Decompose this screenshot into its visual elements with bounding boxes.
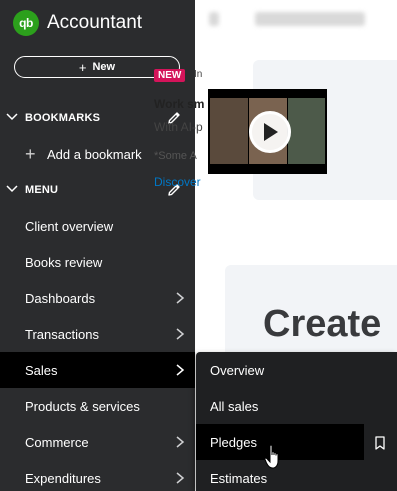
flyout-item-label: All sales — [210, 398, 259, 414]
badge-tail: In — [194, 69, 203, 80]
plus-icon: + — [25, 144, 36, 164]
nav-item-label: Transactions — [25, 326, 99, 342]
blurred-header — [255, 12, 365, 26]
nav-item-sales[interactable]: Sales — [0, 352, 195, 388]
video-frame — [288, 98, 325, 164]
brand-name: Accountant — [47, 12, 143, 33]
flyout-item-label: Overview — [210, 362, 265, 378]
create-heading: Create — [263, 303, 382, 345]
flyout-item-overview[interactable]: Overview — [196, 352, 397, 388]
flyout-item-label: Pledges — [210, 434, 257, 450]
new-badge: NEW — [154, 69, 186, 82]
nav-item-expenditures[interactable]: Expenditures — [0, 460, 195, 491]
menu-title: MENU — [25, 184, 59, 196]
add-bookmark-link[interactable]: + Add a bookmark — [25, 144, 142, 164]
nav-item-books-review[interactable]: Books review — [0, 244, 195, 280]
promo-note: *Some A — [154, 150, 197, 162]
flyout-item-estimates[interactable]: Estimates — [196, 460, 397, 491]
chevron-down-icon[interactable] — [5, 110, 19, 124]
quickbooks-logo-icon: qb — [13, 10, 39, 36]
video-frame — [210, 98, 248, 164]
nav-item-label: Client overview — [25, 218, 114, 234]
chevron-right-icon — [176, 328, 185, 340]
nav-item-dashboards[interactable]: Dashboards — [0, 280, 195, 316]
nav-item-label: Expenditures — [25, 470, 101, 486]
chevron-right-icon — [176, 472, 185, 484]
chevron-right-icon — [176, 364, 185, 376]
nav-item-commerce[interactable]: Commerce — [0, 424, 195, 460]
nav-item-label: Books review — [25, 254, 103, 270]
blurred-header — [209, 12, 219, 26]
nav-item-label: Dashboards — [25, 290, 96, 306]
nav-item-transactions[interactable]: Transactions — [0, 316, 195, 352]
nav-item-label: Sales — [25, 362, 58, 378]
add-bookmark-label: Add a bookmark — [47, 146, 142, 162]
nav-item-label: Commerce — [25, 434, 89, 450]
chevron-down-icon[interactable] — [5, 182, 19, 196]
new-button-label: New — [92, 61, 116, 73]
nav-item-client-overview[interactable]: Client overview — [0, 208, 195, 244]
promo-discover-link[interactable]: Discover — [154, 175, 201, 189]
play-icon[interactable] — [249, 111, 291, 153]
plus-icon: + — [78, 59, 87, 75]
chevron-right-icon — [176, 292, 185, 304]
nav-item-label: Products & services — [25, 398, 140, 414]
brand[interactable]: qb Accountant — [13, 10, 142, 36]
promo-title: Work sm — [154, 97, 205, 111]
promo-video[interactable] — [208, 89, 327, 174]
flyout-item-label: Estimates — [210, 470, 268, 486]
sales-flyout-menu: Overview All sales Pledges Estimates — [196, 352, 397, 491]
promo-subtitle: With AI-p — [154, 120, 203, 134]
hand-cursor-icon — [264, 444, 279, 469]
chevron-right-icon — [176, 436, 185, 448]
flyout-item-all-sales[interactable]: All sales — [196, 388, 397, 424]
nav-item-products-services[interactable]: Products & services — [0, 388, 195, 424]
bookmarks-title: BOOKMARKS — [25, 112, 101, 124]
bookmark-icon[interactable] — [374, 436, 386, 450]
